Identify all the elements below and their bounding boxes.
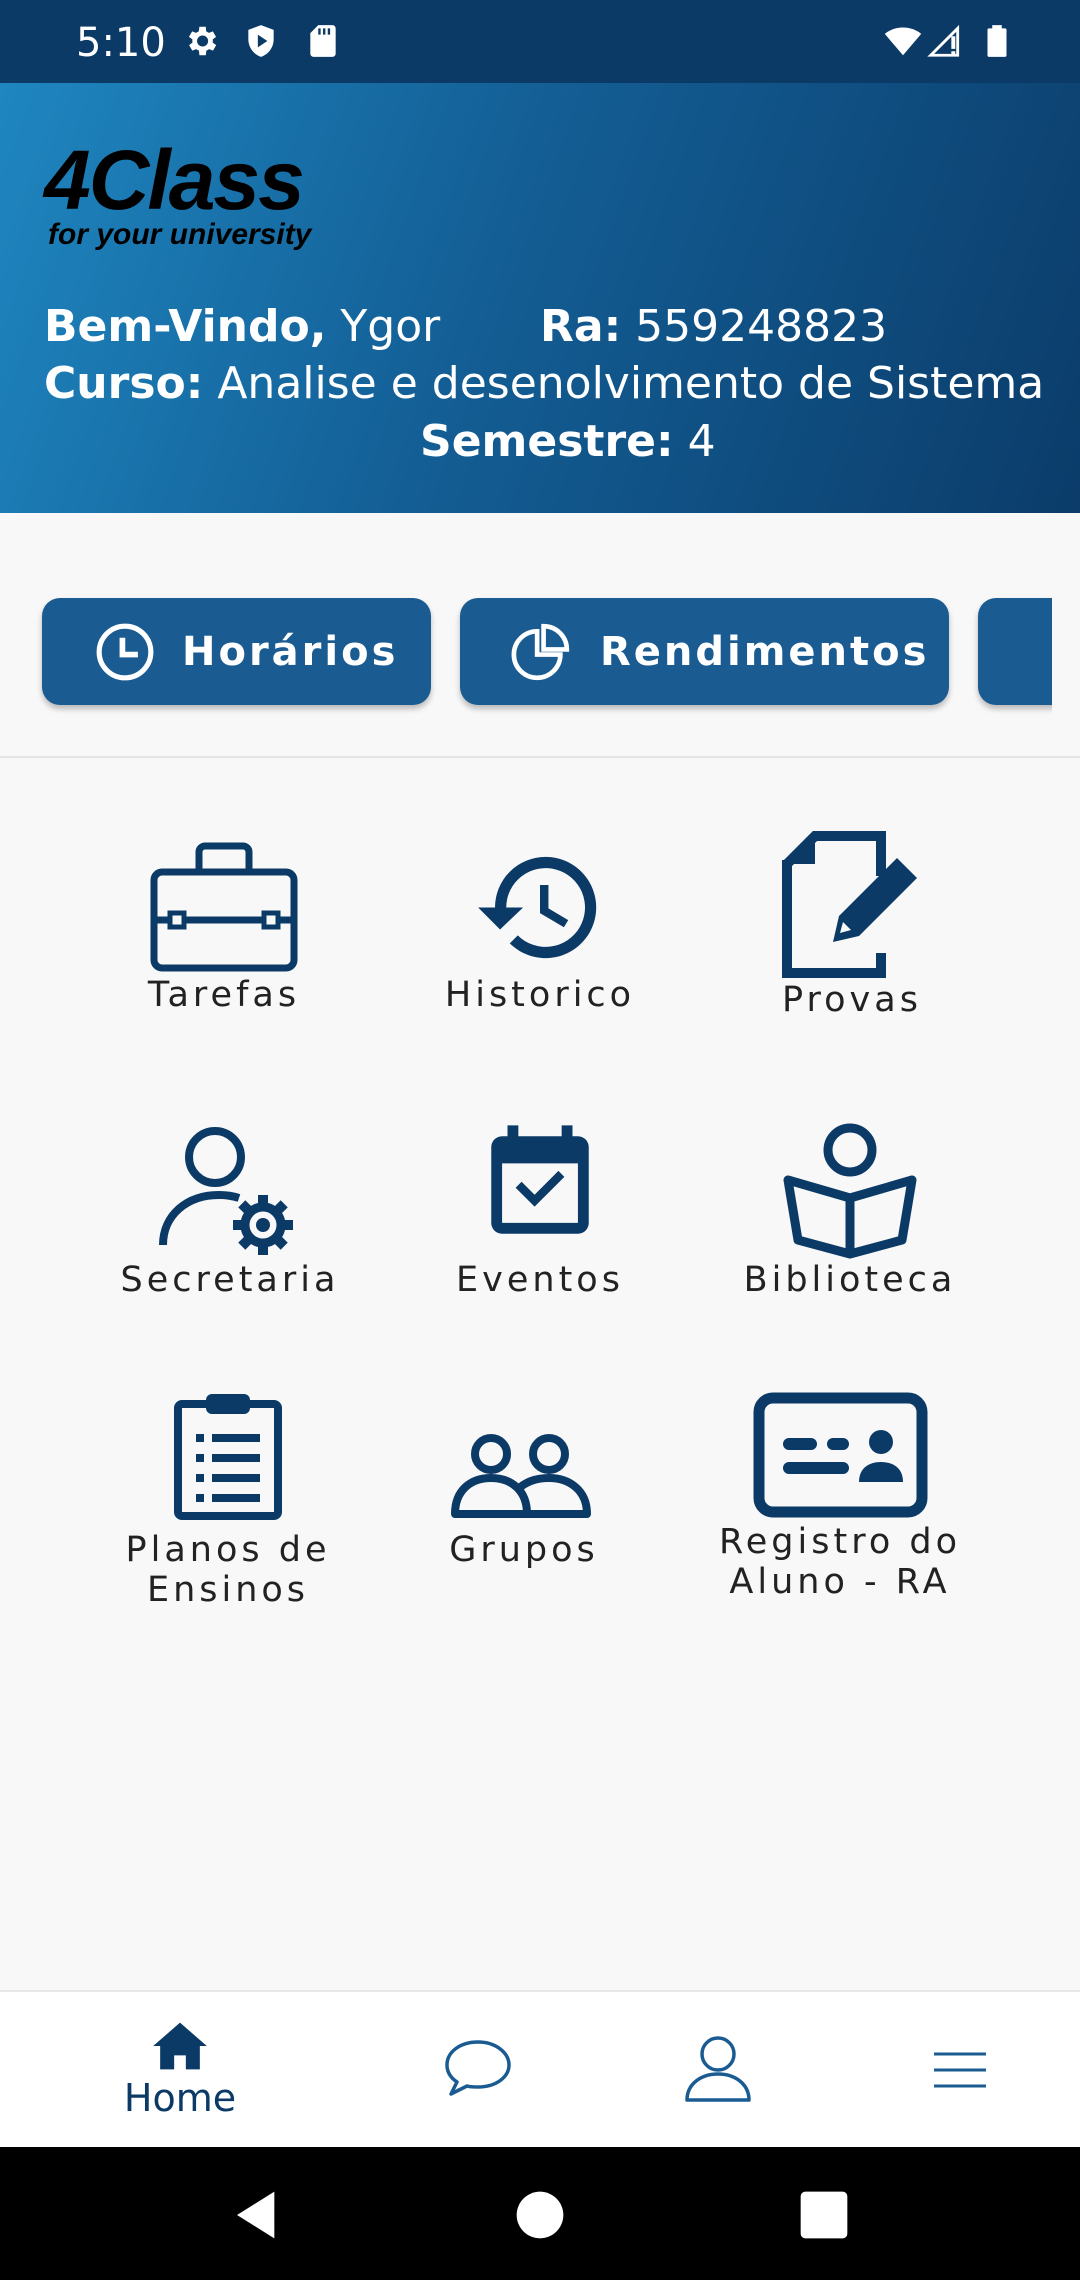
grid-item-provas[interactable]: Provas	[712, 830, 992, 1020]
status-time: 5:10	[76, 20, 166, 66]
horarios-button[interactable]: Horários	[42, 598, 431, 705]
history-icon	[478, 856, 597, 959]
grid-item-grupos[interactable]: Grupos	[384, 1430, 664, 1570]
tarefas-label: Tarefas	[147, 975, 301, 1015]
quick-actions-row[interactable]: Horários Rendimentos	[0, 513, 1080, 758]
app-logo: 4Class for your university	[44, 138, 311, 250]
scroll-clip	[1052, 573, 1080, 733]
recents-icon[interactable]	[796, 2187, 852, 2243]
planos-label-line2: Ensinos	[146, 1570, 310, 1610]
nav-chat[interactable]	[378, 1992, 578, 2149]
chat-icon	[445, 2040, 511, 2096]
course-line: Curso: Analise e desenolvimento de Siste…	[44, 358, 1044, 409]
back-icon[interactable]	[230, 2187, 286, 2243]
provas-label: Provas	[782, 980, 922, 1020]
battery-icon	[978, 22, 1016, 60]
grid-item-eventos[interactable]: Eventos	[400, 1110, 680, 1300]
menu-icon	[934, 2052, 986, 2088]
planos-label-line1: Planos de	[125, 1530, 331, 1570]
calendar-check-icon	[491, 1125, 589, 1234]
status-bar: 5:10	[0, 0, 1080, 83]
historico-label: Historico	[444, 975, 636, 1015]
nav-menu[interactable]	[860, 1992, 1060, 2149]
edit-document-icon	[782, 831, 917, 978]
course-label: Curso:	[44, 358, 204, 409]
grid-item-historico[interactable]: Historico	[400, 840, 680, 1015]
system-navigation-bar	[0, 2147, 1080, 2280]
shield-icon	[242, 22, 280, 60]
horarios-label: Horários	[182, 628, 399, 675]
sd-card-icon	[304, 22, 342, 60]
grid-item-secretaria[interactable]: Secretaria	[90, 1125, 370, 1300]
registro-label-line1: Registro do	[719, 1522, 961, 1562]
gear-icon	[182, 22, 220, 60]
reader-book-icon	[783, 1123, 917, 1259]
biblioteca-label: Biblioteca	[743, 1260, 957, 1300]
ra-label: Ra:	[540, 301, 622, 352]
nav-profile[interactable]	[618, 1992, 818, 2149]
course-value: Analise e desenolvimento de Sistema	[217, 358, 1045, 409]
ra-line: Ra: 559248823	[540, 301, 887, 352]
semester-label: Semestre:	[420, 416, 674, 467]
home-icon	[153, 2022, 207, 2070]
clock-icon	[94, 621, 156, 683]
group-icon	[451, 1434, 591, 1518]
semester-value: 4	[687, 416, 716, 467]
logo-tagline: for your university	[48, 218, 312, 251]
profile-header: 4Class for your university Bem-Vindo, Yg…	[0, 83, 1080, 513]
semester-line: Semestre: 4	[420, 416, 716, 467]
eventos-label: Eventos	[456, 1260, 624, 1300]
rendimentos-button[interactable]: Rendimentos	[460, 598, 949, 705]
signal-icon	[926, 22, 964, 60]
student-name: Ygor	[340, 301, 441, 352]
logo-main: 4Class	[44, 133, 305, 227]
bottom-navigation: Home	[0, 1990, 1080, 2147]
wifi-icon	[882, 22, 924, 60]
clipboard-list-icon	[174, 1394, 282, 1520]
pie-chart-icon	[510, 621, 572, 683]
nav-home[interactable]: Home	[80, 1992, 280, 2149]
grid-item-planos-de-ensinos[interactable]: Planos de Ensinos	[88, 1390, 368, 1610]
grid-item-registro-do-aluno[interactable]: Registro do Aluno - RA	[700, 1392, 980, 1602]
ra-value: 559248823	[635, 301, 888, 352]
grupos-label: Grupos	[449, 1530, 599, 1570]
registro-label-line2: Aluno - RA	[729, 1562, 951, 1602]
secretaria-label: Secretaria	[120, 1260, 340, 1300]
nav-home-label: Home	[123, 2076, 237, 2120]
home-circle-icon[interactable]	[512, 2187, 568, 2243]
profile-icon	[685, 2036, 751, 2102]
user-gear-icon	[159, 1127, 293, 1255]
welcome-line: Bem-Vindo, Ygor	[44, 301, 440, 352]
rendimentos-label: Rendimentos	[600, 628, 930, 675]
id-card-icon	[753, 1392, 927, 1518]
briefcase-icon	[150, 842, 298, 972]
grid-item-biblioteca[interactable]: Biblioteca	[710, 1120, 990, 1300]
welcome-label: Bem-Vindo,	[44, 301, 327, 352]
grid-item-tarefas[interactable]: Tarefas	[84, 840, 364, 1015]
